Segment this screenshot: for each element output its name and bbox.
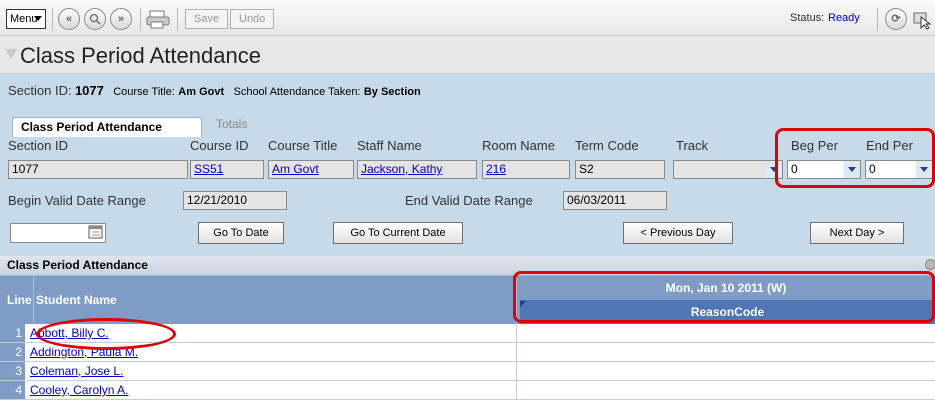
cell-divider	[516, 324, 517, 343]
begin-range-field: 12/21/2010	[183, 191, 287, 210]
room-name-link[interactable]: 216	[486, 162, 506, 176]
end-range-field: 06/03/2011	[563, 191, 667, 210]
last-record-icon[interactable]: »	[110, 8, 132, 30]
course-id-link[interactable]: SS51	[194, 162, 223, 176]
go-to-date-button[interactable]: Go To Date	[198, 222, 284, 244]
begin-range-label: Begin Valid Date Range	[8, 193, 146, 208]
table-row[interactable]: 4 Cooley, Carolyn A.	[0, 381, 935, 400]
menu-button[interactable]: Menu	[6, 9, 46, 29]
cell-divider	[516, 362, 517, 381]
highlight-period-selectors	[775, 128, 935, 188]
help-cursor-icon[interactable]	[912, 10, 932, 30]
toolbar: Menu « » Save Undo Status: Ready ⟳	[0, 0, 935, 36]
title-bar: Class Period Attendance	[0, 36, 935, 74]
page-title: Class Period Attendance	[20, 43, 261, 68]
toolbar-divider	[52, 8, 53, 30]
header-divider	[33, 276, 34, 324]
section-id-field-label: Section ID	[8, 138, 68, 153]
section-id-value: 1077	[74, 83, 104, 98]
next-day-button[interactable]: Next Day >	[810, 222, 904, 244]
status-label: Status:	[790, 12, 825, 24]
refresh-icon[interactable]: ⟳	[885, 8, 907, 30]
course-id-field[interactable]: SS51	[190, 160, 264, 179]
row-line-number: 1	[0, 324, 25, 342]
toolbar-divider	[140, 8, 141, 30]
line-column-header: Line	[7, 293, 32, 307]
course-id-field-label: Course ID	[190, 138, 249, 153]
end-range-label: End Valid Date Range	[405, 193, 533, 208]
student-name-link[interactable]: Cooley, Carolyn A.	[30, 383, 129, 397]
calendar-icon[interactable]	[88, 224, 104, 240]
course-title-link[interactable]: Am Govt	[272, 162, 319, 176]
school-attendance-value: By Section	[363, 86, 421, 98]
collapse-icon[interactable]	[925, 259, 935, 270]
save-button[interactable]: Save	[185, 9, 229, 29]
tab-totals[interactable]: Totals	[208, 115, 260, 135]
first-record-icon[interactable]: «	[58, 8, 80, 30]
track-select[interactable]	[673, 160, 783, 179]
section-id-field: 1077	[8, 160, 188, 179]
cell-divider	[516, 381, 517, 400]
row-line-number: 3	[0, 362, 25, 380]
course-title-field-label: Course Title	[268, 138, 338, 153]
toolbar-divider	[877, 8, 878, 30]
staff-name-field[interactable]: Jackson, Kathy	[357, 160, 477, 179]
go-to-current-date-button[interactable]: Go To Current Date	[333, 222, 463, 244]
staff-name-link[interactable]: Jackson, Kathy	[361, 162, 442, 176]
staff-name-field-label: Staff Name	[357, 138, 422, 153]
course-title-label: Course Title:	[113, 86, 175, 98]
row-line-number: 2	[0, 343, 25, 361]
student-name-column-header[interactable]: Student Name	[36, 293, 117, 307]
tab-class-period-attendance[interactable]: Class Period Attendance	[12, 117, 202, 137]
highlight-first-student	[36, 318, 176, 350]
school-attendance-label: School Attendance Taken:	[233, 86, 361, 98]
room-name-field[interactable]: 216	[482, 160, 570, 179]
previous-day-button[interactable]: < Previous Day	[623, 222, 733, 244]
grid-title-text: Class Period Attendance	[7, 258, 148, 272]
course-title-field[interactable]: Am Govt	[268, 160, 354, 179]
student-name-link[interactable]: Coleman, Jose L.	[30, 364, 123, 378]
undo-button[interactable]: Undo	[230, 9, 275, 29]
chevron-down-icon	[34, 16, 42, 21]
status-value: Ready	[828, 12, 860, 24]
filter-icon[interactable]	[5, 49, 17, 59]
room-name-field-label: Room Name	[482, 138, 555, 153]
course-title-value: Am Govt	[178, 86, 225, 98]
term-code-field-label: Term Code	[575, 138, 639, 153]
track-field-label: Track	[676, 138, 709, 153]
toolbar-divider	[177, 8, 178, 30]
search-icon[interactable]	[84, 8, 106, 30]
section-summary: Section ID: 1077 Course Title: Am Govt S…	[8, 83, 421, 98]
print-icon[interactable]	[146, 9, 170, 29]
row-line-number: 4	[0, 381, 25, 399]
term-code-field: S2	[575, 160, 665, 179]
table-row[interactable]: 3 Coleman, Jose L.	[0, 362, 935, 381]
grid-body-remainder	[0, 400, 935, 420]
highlight-date-header	[513, 271, 935, 323]
cell-divider	[516, 343, 517, 362]
section-id-label: Section ID:	[8, 83, 72, 98]
